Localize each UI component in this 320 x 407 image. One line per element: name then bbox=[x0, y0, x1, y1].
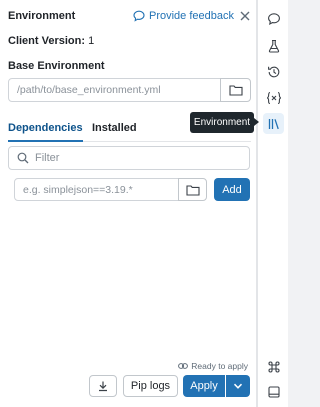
download-icon bbox=[99, 381, 107, 392]
ready-status: Ready to apply bbox=[178, 361, 248, 371]
flask-icon[interactable] bbox=[263, 35, 284, 56]
apply-options-button[interactable] bbox=[226, 375, 250, 397]
right-sidebar bbox=[257, 0, 288, 407]
panel-title: Environment bbox=[8, 10, 76, 22]
browse-base-environment-button[interactable] bbox=[220, 78, 251, 102]
add-dependency-button[interactable]: Add bbox=[214, 178, 250, 201]
ready-status-label: Ready to apply bbox=[191, 361, 248, 371]
pip-logs-button[interactable]: Pip logs bbox=[123, 375, 178, 397]
client-version: Client Version: 1 bbox=[8, 35, 94, 47]
base-environment-label: Base Environment bbox=[8, 60, 105, 72]
library-icon[interactable] bbox=[263, 113, 284, 134]
tab-installed[interactable]: Installed bbox=[92, 122, 137, 140]
environment-tooltip: Environment bbox=[190, 112, 259, 133]
dependency-placeholder: e.g. simplejson==3.19.* bbox=[23, 183, 133, 196]
base-environment-input[interactable]: /path/to/base_environment.yml bbox=[8, 78, 221, 102]
filter-input[interactable]: Filter bbox=[8, 146, 250, 170]
browse-dependency-button[interactable] bbox=[178, 178, 207, 201]
provide-feedback-label: Provide feedback bbox=[149, 10, 234, 22]
download-button[interactable] bbox=[89, 375, 117, 397]
provide-feedback-link[interactable]: Provide feedback bbox=[133, 10, 234, 22]
client-version-label: Client Version: bbox=[8, 35, 86, 47]
tab-dependencies[interactable]: Dependencies bbox=[8, 122, 83, 142]
panel-footer: Pip logs Apply bbox=[0, 375, 257, 397]
panel-header: Environment Provide feedback bbox=[8, 10, 252, 24]
environment-panel: Environment Provide feedback Client Vers… bbox=[0, 0, 257, 407]
dependency-input[interactable]: e.g. simplejson==3.19.* bbox=[14, 178, 179, 201]
keyboard-shortcuts-icon[interactable] bbox=[263, 356, 284, 377]
feedback-icon bbox=[133, 10, 145, 22]
close-icon[interactable] bbox=[238, 9, 252, 23]
client-version-value: 1 bbox=[88, 35, 95, 47]
folder-icon bbox=[185, 184, 200, 196]
search-icon bbox=[17, 152, 29, 164]
apply-button[interactable]: Apply bbox=[183, 375, 225, 397]
folder-icon bbox=[228, 85, 243, 96]
history-icon[interactable] bbox=[263, 61, 284, 82]
comment-icon[interactable] bbox=[263, 8, 284, 29]
link-icon bbox=[178, 363, 189, 369]
panel-toggle-icon[interactable] bbox=[263, 381, 284, 402]
base-environment-placeholder: /path/to/base_environment.yml bbox=[17, 84, 161, 96]
chevron-down-icon bbox=[233, 383, 243, 389]
filter-placeholder: Filter bbox=[35, 152, 60, 164]
variables-icon[interactable] bbox=[263, 87, 284, 108]
